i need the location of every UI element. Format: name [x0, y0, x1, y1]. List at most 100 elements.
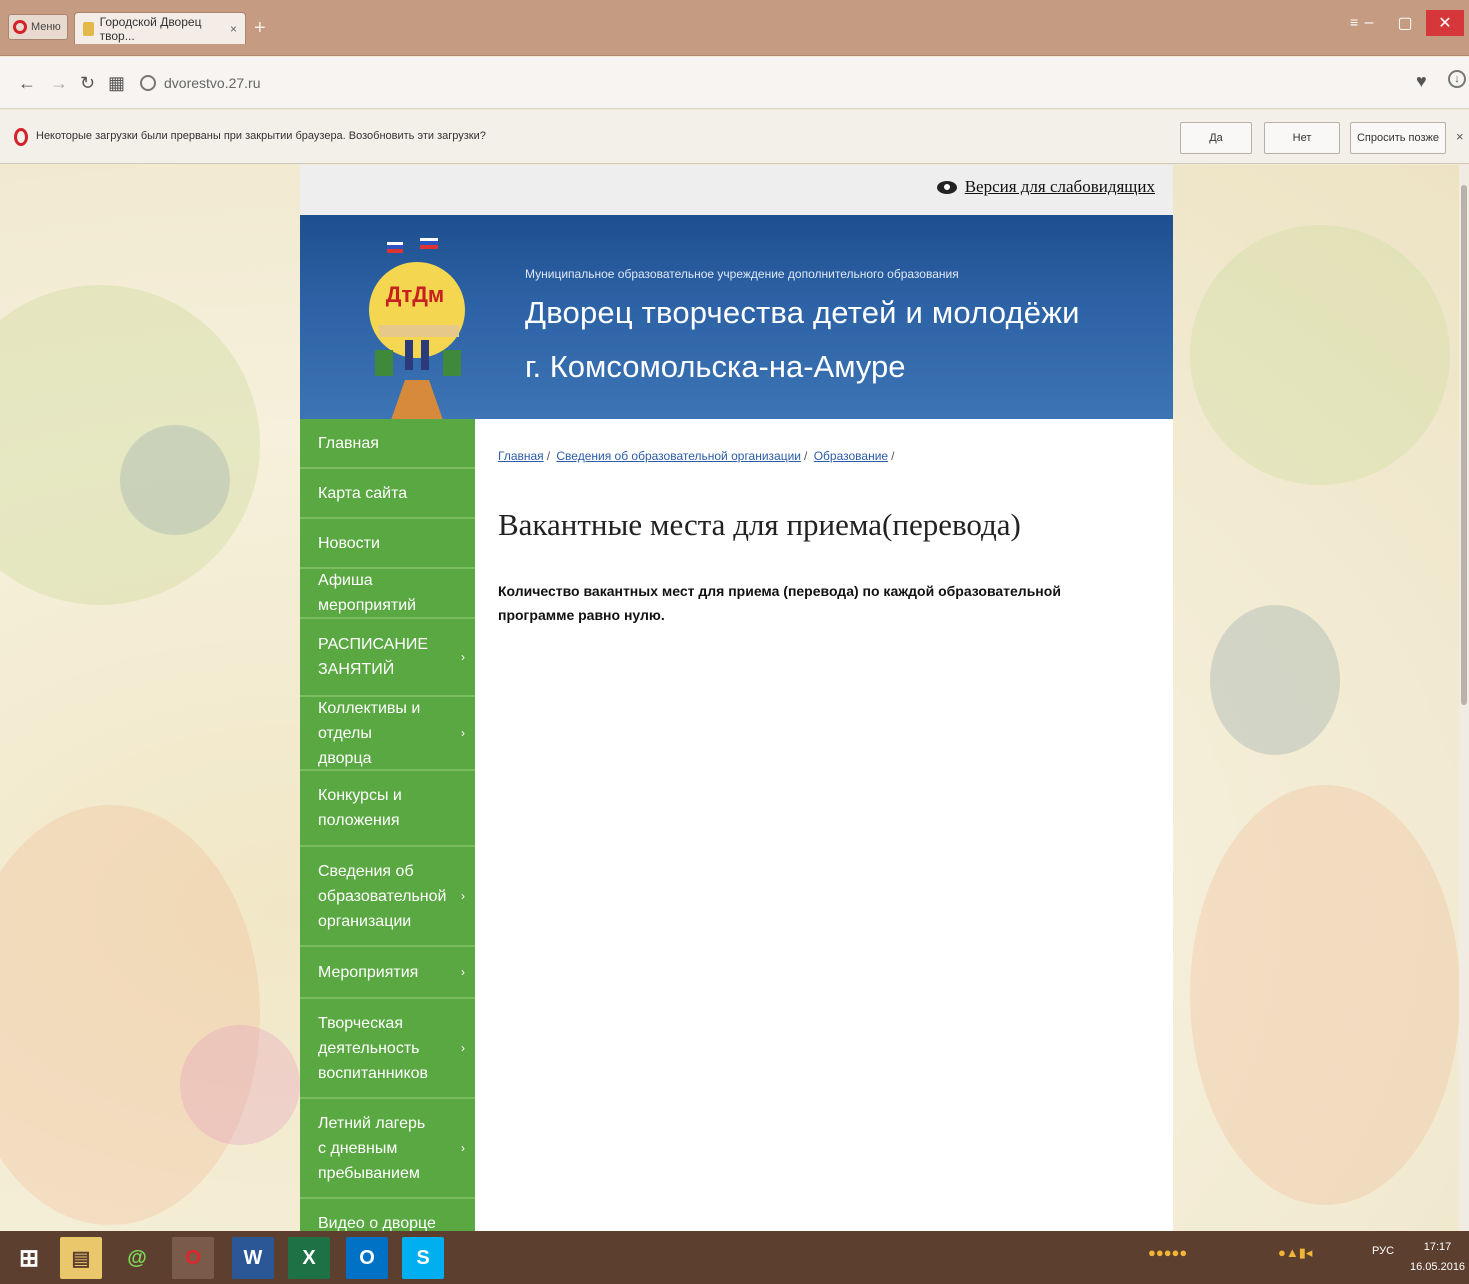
maximize-icon[interactable]: ▢ [1390, 10, 1420, 36]
site-favicon-icon [83, 21, 94, 36]
header-city: г. Комсомольска-на-Амуре [525, 349, 906, 384]
opera-logo-icon [14, 128, 28, 146]
site-container: Версия для слабовидящих ДтДм Муниципальн… [300, 165, 1173, 1231]
chevron-right-icon: › [461, 964, 465, 979]
reload-icon[interactable]: ↻ [80, 73, 95, 93]
breadcrumb-separator: / [546, 449, 551, 463]
url-text: dvorestvo.27.ru [164, 75, 261, 91]
chevron-right-icon: › [461, 1040, 465, 1055]
downloads-infobar: Некоторые загрузки были прерваны при зак… [0, 110, 1469, 164]
speed-dial-icon[interactable]: ▦ [108, 73, 125, 93]
page-body-text: Количество вакантных мест для приема (пе… [498, 583, 1061, 623]
nav-item-events-poster[interactable]: Афиша мероприятий [300, 569, 475, 619]
clock-time: 17:17 [1423, 1241, 1452, 1253]
nav-label: Афиша мероприятий [318, 572, 417, 614]
flower-decoration [180, 1025, 300, 1145]
low-vision-link-label: Версия для слабовидящих [964, 177, 1155, 196]
windows-start-icon[interactable]: ⊞ [8, 1237, 50, 1279]
address-bar-row: ← → ↻ ▦ dvorestvo.27.ru ♥ ↓ [0, 57, 1469, 109]
chevron-right-icon: › [461, 888, 465, 903]
accessibility-bar: Версия для слабовидящих [300, 165, 1173, 215]
nav-label: Конкурсы и положения [318, 787, 402, 829]
chevron-right-icon: › [461, 725, 465, 740]
nav-item-events[interactable]: Мероприятия › [300, 947, 475, 999]
nav-item-schedule[interactable]: РАСПИСАНИЕ ЗАНЯТИЙ › [300, 619, 475, 697]
bookmark-heart-icon[interactable]: ♥ [1416, 71, 1427, 92]
nav-item-collectives[interactable]: Коллективы и отделы дворца › [300, 697, 475, 771]
mail-agent-icon[interactable]: @ [116, 1237, 158, 1279]
globe-icon [140, 75, 156, 91]
opera-menu-button[interactable]: Меню [8, 14, 68, 40]
infobar-later-button[interactable]: Спросить позже [1350, 122, 1446, 154]
tab-close-icon[interactable]: × [230, 22, 237, 36]
browser-tabbar: Меню Городской Дворец твор... × + ≡ – ▢ … [0, 0, 1469, 56]
header-title: Дворец творчества детей и молодёжи [525, 295, 1080, 330]
nav-item-contests[interactable]: Конкурсы и положения [300, 771, 475, 847]
nav-item-summer-camp[interactable]: Летний лагерь с дневным пребыванием › [300, 1099, 475, 1199]
page-title: Вакантные места для приема(перевода) [498, 507, 1021, 542]
nav-label: Карта сайта [318, 484, 408, 502]
bg-decoration [0, 805, 260, 1225]
minimize-icon[interactable]: – [1354, 10, 1384, 36]
breadcrumb: Главная / Сведения об образовательной орг… [498, 449, 1148, 463]
bg-decoration [0, 285, 260, 605]
breadcrumb-link[interactable]: Главная [498, 449, 544, 463]
infobar-yes-button[interactable]: Да [1180, 122, 1252, 154]
nav-item-news[interactable]: Новости [300, 519, 475, 569]
infobar-message: Некоторые загрузки были прерваны при зак… [36, 130, 486, 142]
bg-decoration [1190, 225, 1450, 485]
taskbar-clock[interactable]: 17:17 16.05.2016 [1410, 1237, 1465, 1277]
word-icon[interactable]: W [232, 1237, 274, 1279]
back-icon[interactable]: ← [18, 73, 36, 93]
tab-title: Городской Дворец твор... [99, 14, 202, 43]
breadcrumb-link[interactable]: Образование [814, 449, 888, 463]
bg-decoration [1190, 785, 1460, 1205]
infobar-no-button[interactable]: Нет [1264, 122, 1340, 154]
breadcrumb-link[interactable]: Сведения об образовательной организации [556, 449, 801, 463]
chevron-right-icon: › [461, 1140, 465, 1155]
clock-date: 16.05.2016 [1410, 1261, 1466, 1273]
page-viewport: Версия для слабовидящих ДтДм Муниципальн… [0, 165, 1469, 1231]
header-subtitle: Муниципальное образовательное учреждение… [525, 267, 959, 281]
low-vision-version-link[interactable]: Версия для слабовидящих [936, 177, 1155, 197]
tray-icons[interactable]: ●●●●● [1148, 1245, 1187, 1260]
page-scrollbar[interactable] [1459, 165, 1469, 1231]
scrollbar-thumb[interactable] [1461, 185, 1467, 705]
nav-item-video[interactable]: Видео о дворце [300, 1199, 475, 1231]
forward-icon[interactable]: → [50, 73, 68, 93]
window-close-icon[interactable]: ✕ [1426, 10, 1464, 36]
nav-item-creative[interactable]: Творческая деятельность воспитанников › [300, 999, 475, 1099]
language-indicator[interactable]: РУС [1372, 1245, 1394, 1257]
infobar-close-icon[interactable]: × [1456, 129, 1464, 144]
url-field[interactable]: dvorestvo.27.ru [140, 69, 1400, 97]
nav-label: Коллективы и отделы дворца [318, 699, 421, 767]
windows-taskbar: ⊞ ▤ @ O W X O S ●●●●● ●▲▮◂ РУС 17:17 16.… [0, 1231, 1469, 1284]
nav-label: Творческая деятельность воспитанников [318, 1014, 429, 1082]
eye-icon [936, 180, 957, 194]
excel-icon[interactable]: X [288, 1237, 330, 1279]
outlook-icon[interactable]: O [346, 1237, 388, 1279]
file-explorer-icon[interactable]: ▤ [60, 1237, 102, 1279]
new-tab-button[interactable]: + [254, 18, 266, 38]
nav-item-org-info[interactable]: Сведения об образовательной организации › [300, 847, 475, 947]
tray-icons[interactable]: ●▲▮◂ [1278, 1245, 1312, 1261]
sidebar-nav: Главная Карта сайта Новости Афиша меропр… [300, 419, 475, 1231]
nav-label: Главная [318, 434, 379, 452]
butterfly-decoration [1210, 605, 1340, 755]
nav-label: РАСПИСАНИЕ ЗАНЯТИЙ [318, 636, 429, 678]
browser-tab-active[interactable]: Городской Дворец твор... × [74, 12, 246, 44]
chevron-right-icon: › [461, 649, 465, 664]
nav-label: Сведения об образовательной организации [318, 862, 447, 930]
site-logo[interactable]: ДтДм [365, 230, 470, 420]
breadcrumb-separator: / [804, 449, 808, 463]
nav-item-sitemap[interactable]: Карта сайта [300, 469, 475, 519]
download-icon[interactable]: ↓ [1448, 70, 1466, 88]
breadcrumb-separator: / [891, 449, 895, 463]
main-content: Главная / Сведения об образовательной орг… [498, 419, 1148, 627]
opera-taskbar-icon[interactable]: O [172, 1237, 214, 1279]
logo-text: ДтДм [386, 282, 444, 307]
skype-icon[interactable]: S [402, 1237, 444, 1279]
nav-label: Мероприятия [318, 963, 419, 981]
menu-label: Меню [31, 21, 61, 33]
nav-item-home[interactable]: Главная [300, 419, 475, 469]
